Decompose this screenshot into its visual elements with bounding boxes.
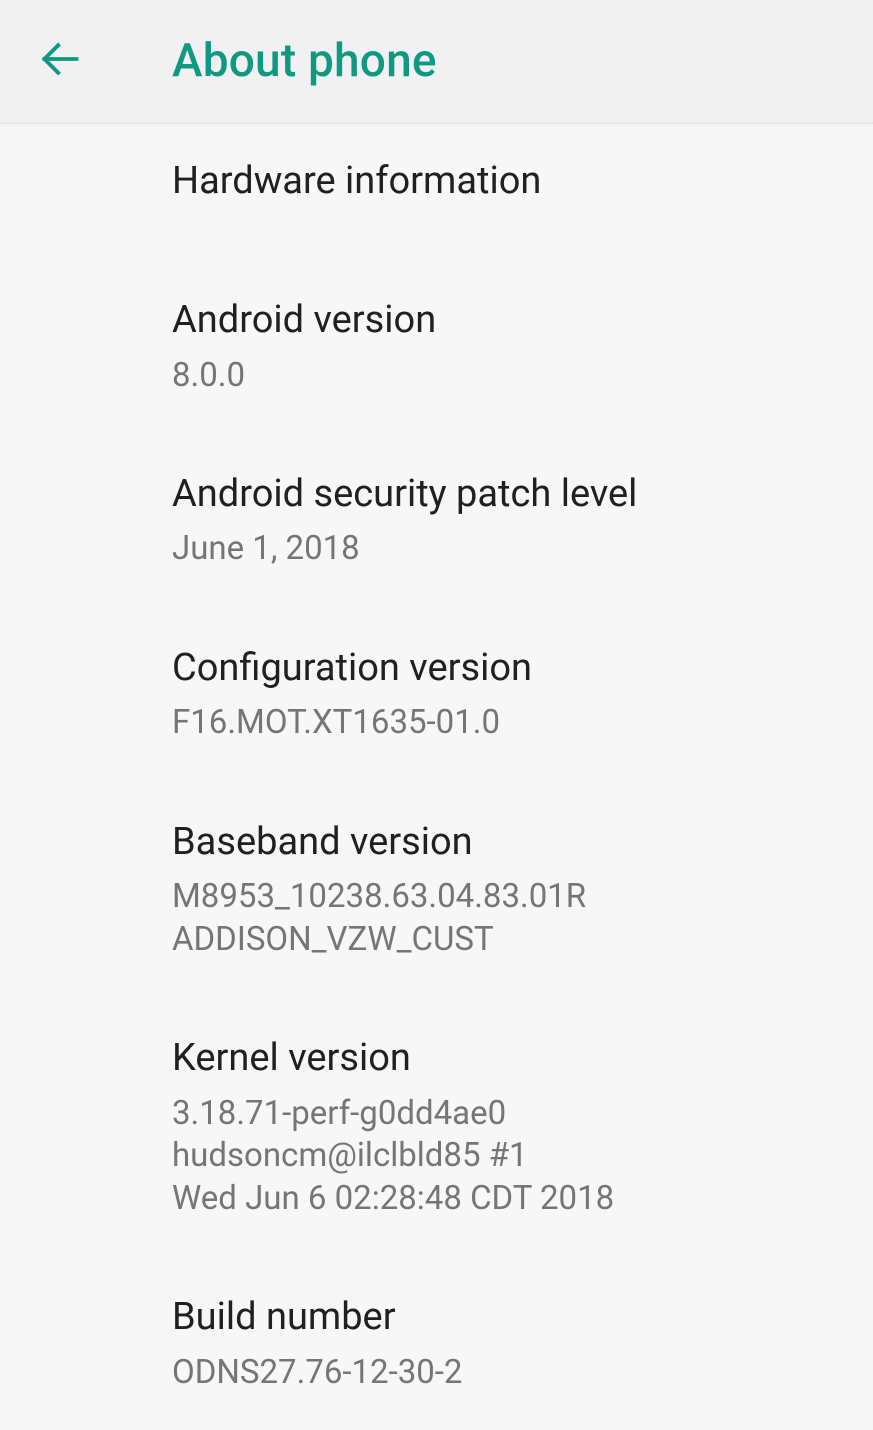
item-android-version[interactable]: Android version 8.0.0 bbox=[172, 259, 833, 433]
item-value: M8953_10238.63.04.83.01R ADDISON_VZW_CUS… bbox=[172, 876, 833, 961]
item-title: Android security patch level bbox=[172, 469, 833, 520]
item-value: F16.MOT.XT1635-01.0 bbox=[172, 702, 833, 745]
item-title: Build number bbox=[172, 1292, 833, 1343]
item-value: 8.0.0 bbox=[172, 355, 833, 398]
item-title: Android version bbox=[172, 295, 833, 346]
item-hardware-information[interactable]: Hardware information bbox=[172, 136, 833, 259]
item-configuration-version[interactable]: Configuration version F16.MOT.XT1635-01.… bbox=[172, 607, 833, 781]
page-title: About phone bbox=[172, 34, 437, 88]
item-value: ODNS27.76-12-30-2 bbox=[172, 1352, 833, 1395]
item-title: Baseband version bbox=[172, 817, 833, 868]
item-value: June 1, 2018 bbox=[172, 528, 833, 571]
item-title: Kernel version bbox=[172, 1033, 833, 1084]
item-security-patch-level[interactable]: Android security patch level June 1, 201… bbox=[172, 433, 833, 607]
item-title: Configuration version bbox=[172, 643, 833, 694]
app-bar: About phone bbox=[0, 0, 873, 124]
item-value: 3.18.71-perf-g0dd4ae0 hudsoncm@ilclbld85… bbox=[172, 1093, 833, 1221]
item-kernel-version[interactable]: Kernel version 3.18.71-perf-g0dd4ae0 hud… bbox=[172, 997, 833, 1256]
item-baseband-version[interactable]: Baseband version M8953_10238.63.04.83.01… bbox=[172, 781, 833, 997]
back-button[interactable] bbox=[38, 39, 82, 83]
item-title: Hardware information bbox=[172, 156, 833, 207]
item-build-number[interactable]: Build number ODNS27.76-12-30-2 bbox=[172, 1256, 833, 1430]
arrow-left-icon bbox=[38, 37, 82, 85]
settings-list: Hardware information Android version 8.0… bbox=[0, 124, 873, 1430]
